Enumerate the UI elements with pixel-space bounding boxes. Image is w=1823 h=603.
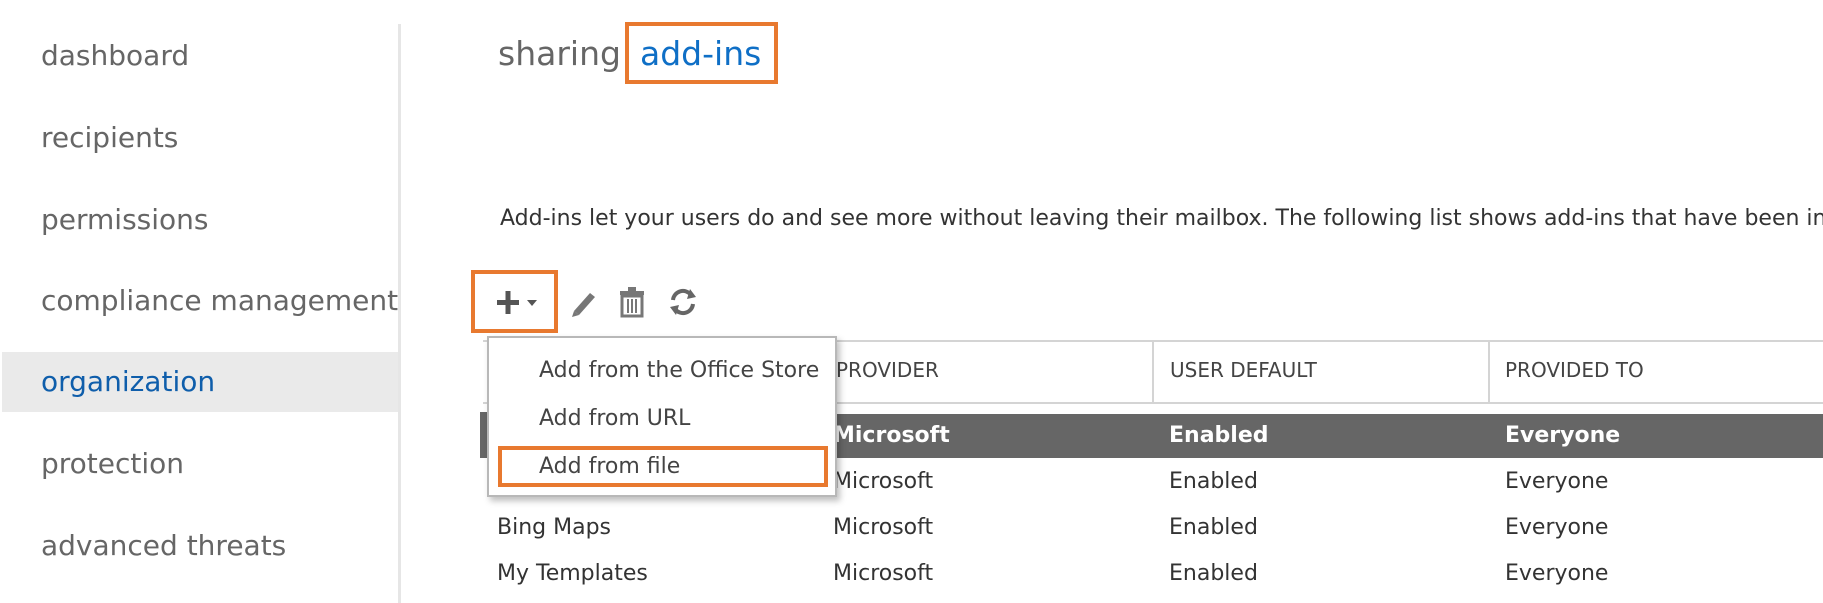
- row-provider: Microsoft: [833, 423, 950, 448]
- row-user-default: Enabled: [1169, 515, 1258, 540]
- sidebar-item-organization[interactable]: organization: [2, 352, 398, 412]
- row-provider: Microsoft: [833, 561, 934, 586]
- sidebar-item-advanced-threats[interactable]: advanced threats: [2, 516, 398, 576]
- delete-button[interactable]: [612, 282, 652, 322]
- refresh-icon: [670, 288, 696, 316]
- add-from-file-highlight: [498, 446, 828, 487]
- edit-button[interactable]: [563, 282, 603, 322]
- sidebar-divider: [398, 24, 401, 603]
- row-name: Bing Maps: [497, 515, 611, 540]
- page-description: Add-ins let your users do and see more w…: [500, 206, 1823, 231]
- row-user-default: Enabled: [1169, 469, 1258, 494]
- table-row[interactable]: My Templates Microsoft Enabled Everyone: [483, 552, 1823, 596]
- add-button-highlight: [471, 270, 558, 333]
- column-header-provider[interactable]: PROVIDER: [836, 358, 939, 382]
- menu-item-add-from-office-store[interactable]: Add from the Office Store: [539, 351, 819, 391]
- row-provider: Microsoft: [833, 469, 934, 494]
- row-provided-to: Everyone: [1505, 423, 1621, 448]
- column-separator: [1488, 342, 1490, 402]
- sidebar-item-recipients[interactable]: recipients: [2, 108, 398, 168]
- refresh-button[interactable]: [662, 282, 704, 322]
- column-header-provided-to[interactable]: PROVIDED TO: [1505, 358, 1644, 382]
- row-user-default: Enabled: [1169, 423, 1269, 448]
- trash-icon: [620, 287, 644, 318]
- sidebar-item-permissions[interactable]: permissions: [2, 190, 398, 250]
- row-provided-to: Everyone: [1505, 469, 1609, 494]
- row-provided-to: Everyone: [1505, 561, 1609, 586]
- row-name: My Templates: [497, 561, 648, 586]
- row-user-default: Enabled: [1169, 561, 1258, 586]
- sidebar-item-compliance-management[interactable]: compliance management: [2, 271, 398, 331]
- tab-sharing[interactable]: sharing: [498, 26, 621, 82]
- menu-item-add-from-url[interactable]: Add from URL: [539, 399, 690, 439]
- column-separator: [1152, 342, 1154, 402]
- row-provider: Microsoft: [833, 515, 934, 540]
- sidebar-item-dashboard[interactable]: dashboard: [2, 26, 398, 86]
- sidebar-nav: dashboard recipients permissions complia…: [0, 0, 398, 603]
- row-provided-to: Everyone: [1505, 515, 1609, 540]
- sidebar-item-protection[interactable]: protection: [2, 434, 398, 494]
- pencil-icon: [572, 293, 595, 317]
- table-row[interactable]: Bing Maps Microsoft Enabled Everyone: [483, 506, 1823, 550]
- column-header-user-default[interactable]: USER DEFAULT: [1170, 358, 1317, 382]
- tab-add-ins-highlight: [625, 22, 778, 84]
